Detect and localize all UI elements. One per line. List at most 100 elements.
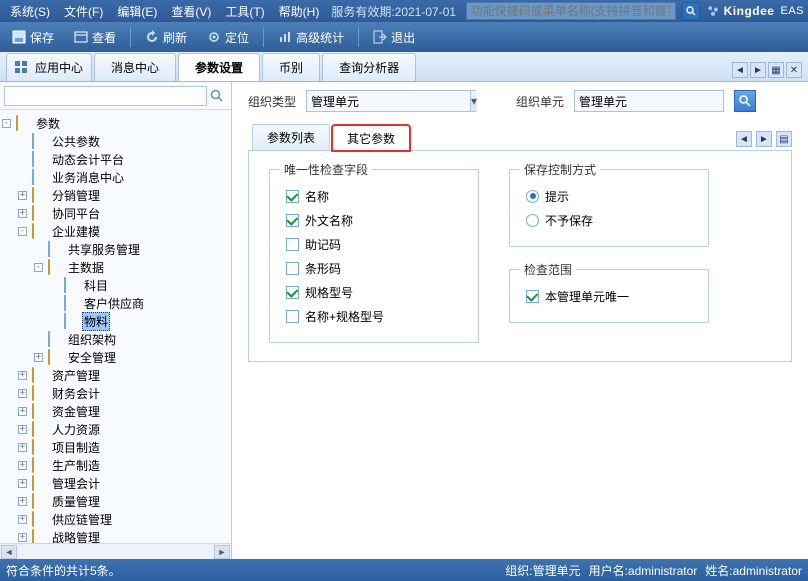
expand-icon[interactable]: + [18,191,27,200]
radio-icon[interactable] [526,190,539,203]
tree-node[interactable]: +人力资源 [2,420,229,438]
expand-icon[interactable]: + [18,209,27,218]
locate-button[interactable]: 定位 [199,27,257,48]
search-icon[interactable] [207,86,227,106]
adv-stats-button[interactable]: 高级统计 [270,27,352,48]
view-button[interactable]: 查看 [66,27,124,48]
panel-prev-icon[interactable]: ◄ [736,131,752,147]
tab-query-analyzer[interactable]: 查询分析器 [322,53,416,81]
tab-app-center[interactable]: 应用中心 [6,53,92,81]
tree-node[interactable]: +管理会计 [2,474,229,492]
option-row[interactable]: 助记码 [286,232,462,256]
collapse-icon[interactable]: - [34,263,43,272]
expand-icon[interactable]: + [18,407,27,416]
collapse-icon[interactable]: - [2,119,11,128]
menu-system[interactable]: 系统(S) [4,1,56,22]
option-row[interactable]: 本管理单元唯一 [526,284,692,308]
tree-node[interactable]: +分销管理 [2,186,229,204]
exit-button[interactable]: 退出 [365,27,423,48]
tree-node[interactable]: -参数 [2,114,229,132]
menu-tools[interactable]: 工具(T) [219,1,270,22]
tree-node[interactable]: -主数据 [2,258,229,276]
option-row[interactable]: 名称 [286,184,462,208]
save-button[interactable]: 保存 [4,27,62,48]
checkbox-icon[interactable] [286,286,299,299]
h-scrollbar[interactable]: ◄ ► [0,543,231,559]
tab-param-settings[interactable]: 参数设置 [178,53,260,81]
option-row[interactable]: 名称+规格型号 [286,304,462,328]
checkbox-icon[interactable] [286,262,299,275]
expand-icon[interactable]: + [18,389,27,398]
checkbox-icon[interactable] [286,238,299,251]
expand-icon[interactable]: + [18,371,27,380]
tree-node[interactable]: 客户供应商 [2,294,229,312]
checkbox-icon[interactable] [286,214,299,227]
panel-next-icon[interactable]: ► [756,131,772,147]
tree-node[interactable]: 共享服务管理 [2,240,229,258]
menu-view[interactable]: 查看(V) [165,1,217,22]
scroll-track[interactable] [18,545,213,559]
tree-search-input[interactable] [4,86,207,106]
expand-icon[interactable]: + [18,479,27,488]
tab-close-icon[interactable]: ✕ [786,62,802,78]
orgunit-combo[interactable] [574,90,724,112]
scroll-left-icon[interactable]: ◄ [1,545,17,559]
expand-icon[interactable]: + [18,497,27,506]
scroll-right-icon[interactable]: ► [214,545,230,559]
panel-list-icon[interactable]: ▤ [776,131,792,147]
menu-edit[interactable]: 编辑(E) [111,1,163,22]
subtab-other-params[interactable]: 其它参数 [332,125,410,151]
checkbox-icon[interactable] [286,190,299,203]
expand-icon[interactable]: + [34,353,43,362]
orgtype-combo[interactable]: ▾ [306,90,476,112]
tree-node[interactable]: +战略管理 [2,528,229,543]
radio-icon[interactable] [526,214,539,227]
tree-node[interactable]: 公共参数 [2,132,229,150]
tree-node[interactable]: +资金管理 [2,402,229,420]
tab-currency[interactable]: 币别 [262,53,320,81]
orgtype-input[interactable] [307,91,470,111]
checkbox-icon[interactable] [286,310,299,323]
search-icon[interactable] [682,2,700,20]
tab-message-center[interactable]: 消息中心 [94,53,176,81]
expand-icon[interactable]: + [18,461,27,470]
collapse-icon[interactable]: - [18,227,27,236]
option-row[interactable]: 提示 [526,184,692,208]
option-row[interactable]: 规格型号 [286,280,462,304]
expand-icon[interactable]: + [18,425,27,434]
tab-list-icon[interactable]: ▦ [768,62,784,78]
param-tree[interactable]: -参数公共参数动态会计平台业务消息中心+分销管理+协同平台-企业建模共享服务管理… [0,110,231,543]
expand-icon[interactable]: + [18,533,27,542]
option-row[interactable]: 不予保存 [526,208,692,232]
menu-file[interactable]: 文件(F) [58,1,109,22]
expand-icon[interactable]: + [18,443,27,452]
expand-icon[interactable]: + [18,515,27,524]
option-row[interactable]: 条形码 [286,256,462,280]
global-search-input[interactable] [466,2,676,20]
tree-node[interactable]: +质量管理 [2,492,229,510]
orgunit-input[interactable] [575,91,738,111]
tree-node[interactable]: +生产制造 [2,456,229,474]
tree-node[interactable]: 物料 [2,312,229,330]
subtab-param-list[interactable]: 参数列表 [252,124,330,150]
grid-icon [15,61,29,75]
chevron-down-icon[interactable]: ▾ [470,91,477,111]
tree-node[interactable]: +项目制造 [2,438,229,456]
refresh-button[interactable]: 刷新 [137,27,195,48]
tree-node[interactable]: +安全管理 [2,348,229,366]
tab-next-icon[interactable]: ► [750,62,766,78]
tree-node[interactable]: 动态会计平台 [2,150,229,168]
option-row[interactable]: 外文名称 [286,208,462,232]
checkbox-icon[interactable] [526,290,539,303]
menu-help[interactable]: 帮助(H) [273,1,326,22]
tree-node[interactable]: 组织架构 [2,330,229,348]
tab-prev-icon[interactable]: ◄ [732,62,748,78]
lookup-icon[interactable] [734,90,756,112]
tree-node[interactable]: -企业建模 [2,222,229,240]
tree-node[interactable]: 业务消息中心 [2,168,229,186]
tree-node[interactable]: 科目 [2,276,229,294]
tree-node[interactable]: +财务会计 [2,384,229,402]
tree-node[interactable]: +协同平台 [2,204,229,222]
tree-node[interactable]: +供应链管理 [2,510,229,528]
tree-node[interactable]: +资产管理 [2,366,229,384]
